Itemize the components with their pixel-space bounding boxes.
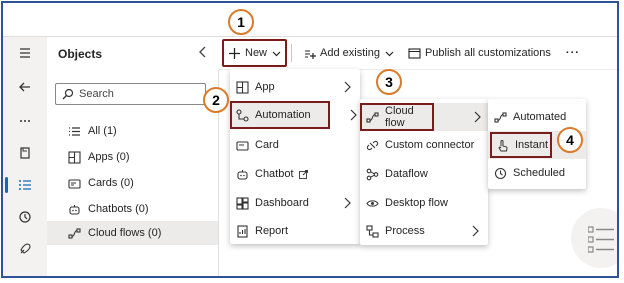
publish-all-label: Publish all customizations	[424, 47, 551, 59]
menu-item-dashboard[interactable]: Dashboard	[230, 189, 360, 217]
dataflow-icon	[366, 168, 379, 181]
card-icon	[68, 177, 81, 190]
add-existing-label: Add existing	[320, 47, 380, 59]
objects-item-all[interactable]: All (1)	[47, 119, 218, 143]
chevron-right-icon	[344, 197, 351, 209]
menu-item-label: Report	[255, 225, 289, 237]
objects-pane: Objects Search All (1) Apps (0) Cards (0…	[47, 37, 219, 276]
automated-flow-icon	[494, 111, 507, 124]
objects-item-cards[interactable]: Cards (0)	[47, 171, 218, 195]
menu-item-chatbot[interactable]: Chatbot	[230, 160, 360, 188]
publish-icon	[408, 47, 421, 59]
menu-item-label: Instant	[515, 139, 549, 151]
menu-item-label: Desktop flow	[385, 197, 448, 209]
touch-icon	[496, 139, 509, 152]
clock-icon	[494, 167, 507, 180]
chevron-right-icon	[344, 81, 351, 93]
callout-3: 3	[376, 69, 402, 95]
menu-item-label: Process	[385, 225, 425, 237]
new-menu: App Automation Card Chatbot Dashboard Re…	[230, 69, 360, 244]
menu-item-label: Dataflow	[385, 168, 428, 180]
divider	[291, 44, 293, 62]
menu-item-cloud-flow[interactable]: Cloud flow	[360, 103, 434, 131]
objects-item-label: All (1)	[88, 125, 117, 137]
more-icon[interactable]	[3, 109, 47, 133]
rocket-icon[interactable]	[3, 237, 47, 261]
command-bar: New Add existing Publish all customizati…	[218, 37, 617, 70]
menu-item-label: Automation	[255, 109, 311, 121]
menu-item-scheduled[interactable]: Scheduled	[488, 159, 586, 187]
menu-item-custom-connector[interactable]: Custom connector	[360, 131, 488, 159]
report-icon	[236, 224, 249, 238]
menu-item-process[interactable]: Process	[360, 217, 488, 245]
menu-item-report[interactable]: Report	[230, 217, 360, 245]
menu-item-label: Chatbot	[255, 168, 294, 180]
callout-1: 1	[228, 9, 254, 35]
search-icon	[62, 88, 74, 100]
objects-item-label: Chatbots (0)	[88, 203, 149, 215]
history-icon[interactable]	[3, 205, 47, 229]
menu-item-label: App	[255, 81, 275, 93]
objects-title: Objects	[58, 47, 103, 61]
add-existing-icon	[305, 49, 317, 59]
desktop-flow-icon	[366, 197, 379, 210]
process-icon	[366, 224, 379, 238]
list-icon	[68, 125, 81, 138]
flow-icon	[366, 111, 379, 124]
objects-item-label: Apps (0)	[88, 151, 130, 163]
hamburger-icon[interactable]	[3, 41, 47, 65]
chevron-down-icon	[385, 51, 394, 56]
objects-nav-icon[interactable]	[3, 173, 47, 197]
card-icon	[236, 139, 249, 152]
menu-item-label: Scheduled	[513, 167, 565, 179]
back-arrow-icon[interactable]	[3, 75, 47, 99]
menu-item-instant[interactable]: Instant	[490, 132, 552, 158]
apps-icon	[68, 150, 81, 164]
empty-state-list-icon	[588, 226, 614, 253]
external-link-icon	[298, 169, 308, 179]
callout-4: 4	[557, 127, 583, 153]
menu-item-automation[interactable]: Automation	[230, 101, 330, 129]
objects-item-chatbots[interactable]: Chatbots (0)	[47, 197, 218, 221]
flow-icon	[68, 227, 81, 240]
menu-item-app[interactable]: App	[230, 73, 360, 101]
chatbot-icon	[236, 168, 249, 181]
connector-icon	[366, 139, 379, 152]
new-button-label: New	[245, 47, 268, 59]
screenshot-frame: Objects Search All (1) Apps (0) Cards (0…	[1, 1, 619, 278]
objects-item-cloud-flows[interactable]: Cloud flows (0)	[47, 221, 218, 245]
plus-icon	[229, 47, 240, 59]
add-existing-button[interactable]: Add existing	[298, 41, 399, 65]
automation-menu: Cloud flow Custom connector Dataflow Des…	[360, 99, 488, 245]
chatbot-icon	[68, 203, 81, 216]
objects-item-label: Cloud flows (0)	[88, 227, 162, 239]
menu-item-label: Dashboard	[255, 197, 309, 209]
menu-item-label: Automated	[513, 111, 567, 123]
menu-item-label: Card	[255, 139, 279, 151]
chevron-right-icon	[474, 111, 481, 123]
publish-all-button[interactable]: Publish all customizations	[403, 41, 556, 65]
objects-item-apps[interactable]: Apps (0)	[47, 145, 218, 169]
menu-item-label: Cloud flow	[385, 105, 414, 129]
menu-item-desktop-flow[interactable]: Desktop flow	[360, 189, 488, 217]
more-commands-button[interactable]: ···	[560, 41, 586, 65]
callout-2: 2	[203, 87, 229, 113]
chevron-right-icon	[472, 225, 479, 237]
left-rail	[3, 37, 48, 276]
search-placeholder: Search	[79, 88, 114, 100]
chevron-down-icon	[272, 51, 281, 56]
menu-item-dataflow[interactable]: Dataflow	[360, 160, 488, 188]
chevron-right-icon	[350, 109, 357, 121]
collapse-chevron-icon[interactable]	[198, 45, 208, 61]
automation-icon	[236, 108, 249, 122]
pages-icon[interactable]	[3, 141, 47, 165]
search-input[interactable]: Search	[55, 83, 206, 105]
app-icon	[236, 80, 249, 94]
objects-item-label: Cards (0)	[88, 177, 134, 189]
menu-item-label: Custom connector	[385, 139, 475, 151]
dashboard-icon	[236, 196, 249, 210]
menu-item-card[interactable]: Card	[230, 131, 360, 159]
top-bar	[3, 3, 617, 37]
new-button[interactable]: New	[222, 39, 288, 67]
